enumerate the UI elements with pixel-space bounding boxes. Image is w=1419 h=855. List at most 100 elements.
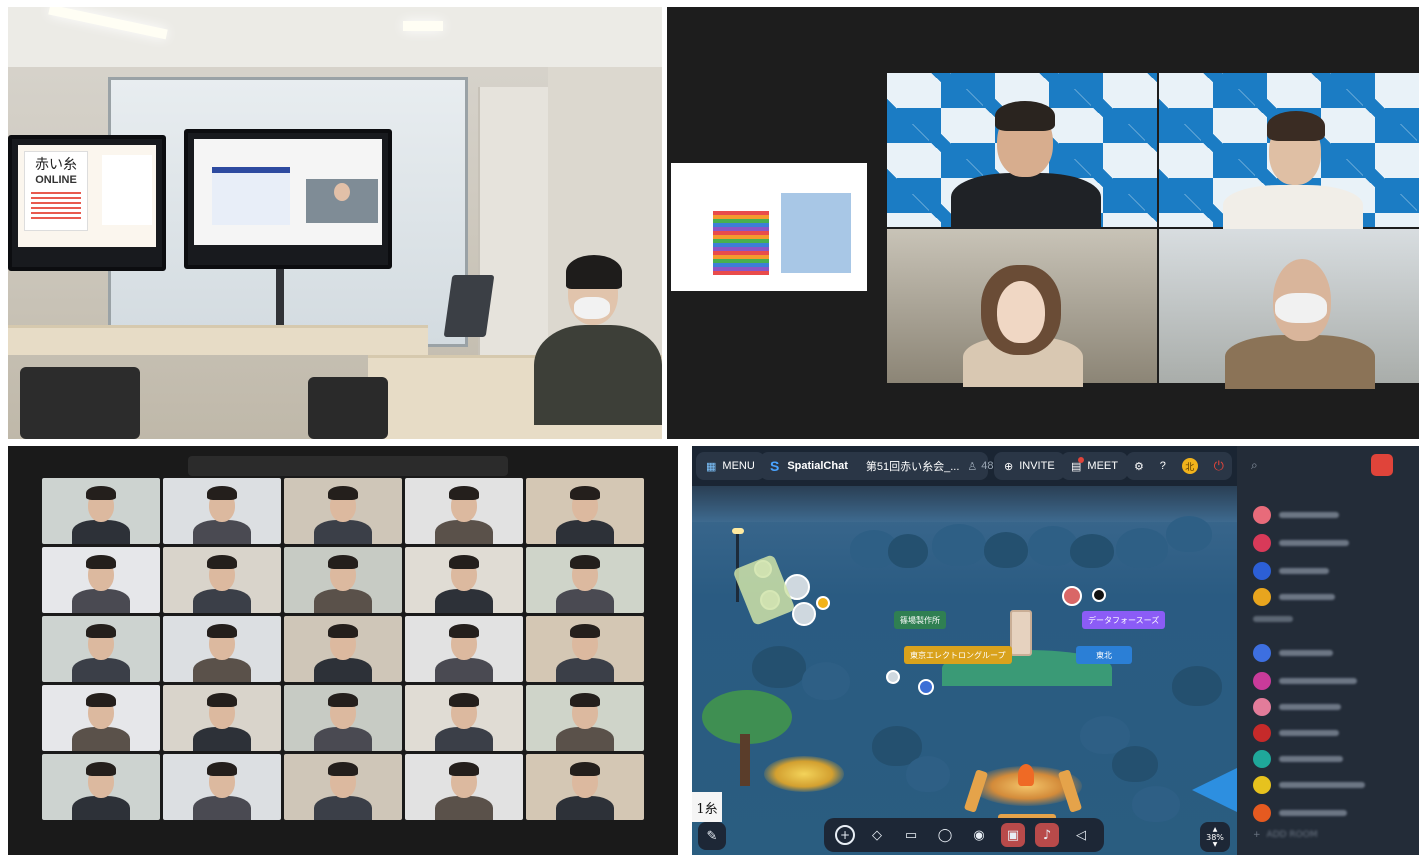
avatar[interactable] [886,670,900,684]
participant-tile[interactable] [163,547,281,613]
speaker-icon[interactable]: ◁ [1069,823,1093,847]
corner-logo: 1糸 [692,792,722,822]
desk [8,325,428,355]
sidebar-participant[interactable] [1253,696,1341,718]
participant-tile[interactable] [163,616,281,682]
participant-tile[interactable] [42,547,160,613]
participant-tile[interactable] [405,754,523,820]
meet-label: MEET [1087,460,1118,472]
tree [802,662,850,700]
sidebar-participant[interactable] [1253,586,1335,608]
sidebar-participant[interactable] [1253,532,1349,554]
zone-label[interactable]: 篠場製作所 [894,611,946,629]
participant-avatar [1253,644,1271,662]
map-arrow [1192,768,1237,812]
sidebar-participant[interactable] [1253,748,1343,770]
participant-tile[interactable] [42,616,160,682]
participant-tile[interactable] [284,685,402,751]
ceiling-light [403,21,443,31]
participant-tile[interactable] [526,754,644,820]
video-tile[interactable] [1159,73,1419,235]
lamp-light [732,528,744,534]
tree [1112,746,1158,782]
avatar[interactable] [792,602,816,626]
avatar[interactable] [1062,586,1082,606]
participant-tile[interactable] [42,754,160,820]
broadcast-icon[interactable]: ◉ [967,823,991,847]
bottom-toolbar: + ◇ ▭ ◯ ◉ ▣ ♪ ◁ [824,818,1104,852]
mic-off-icon[interactable]: ♪ [1035,823,1059,847]
invite-button[interactable]: ⊕ INVITE [994,452,1065,480]
participant-name [1279,756,1343,762]
left-monitor: 赤い糸 ONLINE [8,135,166,271]
chat-icon[interactable]: ◯ [933,823,957,847]
help-icon[interactable]: ? [1160,460,1166,472]
menu-button[interactable]: ▦ MENU [696,452,765,480]
search-icon[interactable]: ⌕ [1251,458,1258,473]
sidebar-participant[interactable] [1253,642,1333,664]
add-icon[interactable]: + [835,825,855,845]
participant-name [1279,512,1339,518]
office-photo: 赤い糸 ONLINE [8,7,662,439]
room-header[interactable]: S SpatialChat 第51回赤い糸会_... ♙ 48 [760,452,994,480]
sidebar-participant[interactable] [1253,722,1339,744]
participant-tile[interactable] [42,685,160,751]
user-avatar[interactable]: 北 [1181,458,1198,474]
avatar[interactable] [1092,588,1106,602]
participant-name [1279,730,1339,736]
participant-tile[interactable] [526,616,644,682]
zoom-control[interactable]: ▲ 38% ▼ [1200,822,1230,852]
participant-tile[interactable] [526,547,644,613]
sidebar-participant[interactable] [1253,504,1339,526]
spatial-map[interactable]: 篠場製作所 データフォースーズ 東京エレクトロングループ 東北 1糸 ✎ + ◇… [692,486,1237,855]
participant-tile[interactable] [405,616,523,682]
pencil-icon[interactable]: ✎ [698,822,726,850]
sidebar-participant[interactable] [1253,560,1329,582]
room-section-header[interactable] [1253,616,1293,622]
participant-tile[interactable] [163,478,281,544]
participant-tile[interactable] [42,478,160,544]
gear-icon[interactable]: ⚙ [1134,460,1144,473]
sidebar-participant[interactable] [1253,670,1357,692]
tree [906,756,950,792]
zone-label[interactable]: 東北 [1076,646,1132,664]
participant-tile[interactable] [526,685,644,751]
participant-avatar [1253,672,1271,690]
power-icon[interactable]: ⏻ [1214,458,1224,474]
participant-tile[interactable] [163,685,281,751]
zone-label[interactable]: データフォースーズ [1082,611,1166,629]
notification-icon[interactable] [1371,454,1393,476]
participant-tile[interactable] [284,547,402,613]
share-screen-icon[interactable]: ▭ [899,823,923,847]
sidebar-participant[interactable] [1253,802,1347,824]
campfire-icon[interactable] [1018,764,1034,786]
participant-tile[interactable] [163,754,281,820]
video-tile[interactable] [1159,229,1419,389]
add-room-button[interactable]: + ADD ROOM [1253,830,1318,840]
participant-name [1279,594,1335,600]
sidebar-participant[interactable] [1253,774,1365,796]
participant-avatar [1253,804,1271,822]
participant-tile[interactable] [405,478,523,544]
zone-label-text: 東京エレクトロングループ [910,650,1006,660]
video-tile[interactable] [887,229,1157,387]
zone-label[interactable]: 東京エレクトロングループ [904,646,1012,664]
plus-icon: + [1253,830,1261,840]
avatar[interactable] [816,596,830,610]
meet-button[interactable]: ▤ MEET [1061,452,1128,480]
participant-name [1279,678,1357,684]
eraser-icon[interactable]: ◇ [865,823,889,847]
participant-tile[interactable] [284,616,402,682]
participant-name [1279,782,1365,788]
participant-tile[interactable] [284,754,402,820]
participant-tile[interactable] [284,478,402,544]
participant-tile[interactable] [526,478,644,544]
video-tile[interactable] [887,73,1157,233]
door-icon[interactable] [1010,610,1032,656]
participant-tile[interactable] [405,547,523,613]
zoom-down-icon[interactable]: ▼ [1213,841,1218,848]
camera-off-icon[interactable]: ▣ [1001,823,1025,847]
calendar-icon: ▤ [1071,456,1085,473]
participant-tile[interactable] [405,685,523,751]
avatar[interactable] [918,679,934,695]
